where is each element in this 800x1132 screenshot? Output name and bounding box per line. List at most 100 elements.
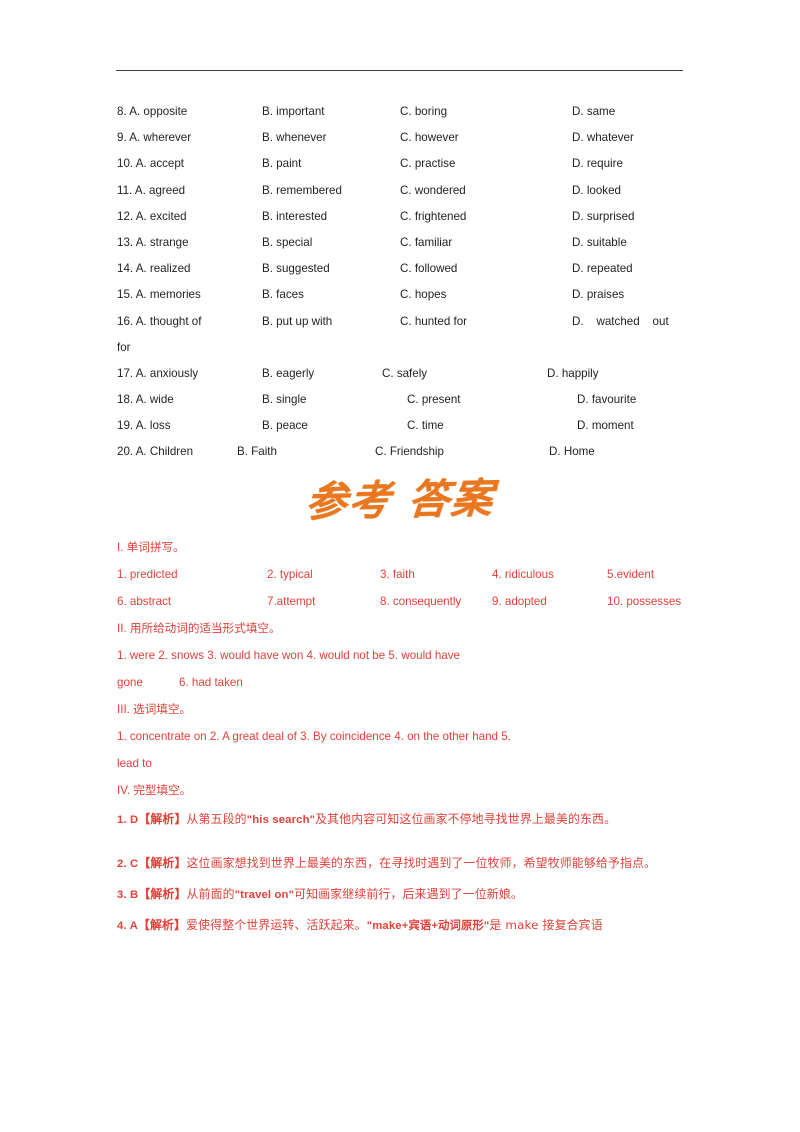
answer-1-6: 6. abstract <box>117 595 172 608</box>
explanation-4-text-1: 爱使得整个世界运转、活跃起来。 <box>186 918 367 932</box>
option-row-18: 18. A. wide B. single C. present D. favo… <box>117 387 687 413</box>
option-14-d: D. repeated <box>572 262 633 276</box>
answer-2-5-word-1: would <box>401 649 432 662</box>
section-1-heading: I. 单词拼写。 <box>117 541 185 554</box>
answer-1-8: 8. consequently <box>380 595 462 608</box>
option-18-c: C. present <box>407 393 461 407</box>
section-3-row-1: 1. concentrate on 2. A great deal of 3. … <box>117 723 685 750</box>
answer-2-6: 6. had taken <box>179 676 243 689</box>
answer-1-3: 3. faith <box>380 568 415 581</box>
option-15-b: B. faces <box>262 288 304 302</box>
option-11-d: D. looked <box>572 183 621 197</box>
option-row-16-continuation: for <box>117 335 687 361</box>
answer-1-9: 9. adopted <box>492 595 547 608</box>
explanation-1-quote: "his search" <box>246 814 316 826</box>
option-8-d: D. same <box>572 105 616 118</box>
option-13-b: B. special <box>262 235 313 249</box>
option-18-a: 18. A. wide <box>117 393 174 407</box>
option-10-b: B. paint <box>262 157 302 171</box>
option-13-a: 13. A. strange <box>117 235 189 249</box>
option-12-d: D. surprised <box>572 209 635 223</box>
explanation-4-bracket: 【解析】 <box>137 918 187 932</box>
answer-3-1: 1. concentrate on <box>117 730 207 743</box>
option-14-a: 14. A. realized <box>117 262 191 276</box>
option-12-c: C. frightened <box>400 209 467 223</box>
option-15-c: C. hopes <box>400 288 447 302</box>
option-9-a: 9. A. wherever <box>117 131 192 145</box>
option-19-a: 19. A. loss <box>117 419 171 433</box>
option-13-c: C. familiar <box>400 235 453 249</box>
option-row-16: 16. A. thought of B. put up with C. hunt… <box>117 309 687 335</box>
explanation-3-bracket: 【解析】 <box>138 887 187 901</box>
section-2-row-1: 1. were 2. snows 3. would have won 4. wo… <box>117 642 685 669</box>
answer-3-2: 2. A great deal of <box>209 730 297 743</box>
option-19-b: B. peace <box>262 419 308 433</box>
option-9-d: D. whatever <box>572 131 634 145</box>
option-18-b: B. single <box>262 393 307 407</box>
header-divider-rule <box>116 70 683 71</box>
answer-1-2: 2. typical <box>267 568 313 581</box>
option-17-d: D. happily <box>547 366 599 380</box>
option-row-11: 11. A. agreed B. remembered C. wondered … <box>117 178 687 204</box>
answer-2-3: 3. would have won <box>207 649 304 662</box>
answer-1-7: 7.attempt <box>267 595 316 608</box>
explanation-item-2: 2. C【解析】这位画家想找到世界上最美的东西，在寻找时遇到了一位牧师，希望牧师… <box>117 848 685 879</box>
explanation-4-label: 4. A <box>117 920 138 932</box>
option-12-b: B. interested <box>262 209 328 223</box>
answer-2-5-word-2: have <box>434 649 460 662</box>
explanation-1-label: 1. D <box>117 814 139 826</box>
option-10-a: 10. A. accept <box>117 157 185 171</box>
answer-2-5-num: 5. <box>388 649 399 662</box>
option-19-d: D. moment <box>577 419 634 433</box>
answer-2-2: 2. snows <box>158 649 205 662</box>
answer-3-5-wrap: lead to <box>117 757 152 770</box>
section-4-heading: IV. 完型填空。 <box>117 784 192 797</box>
answer-1-1: 1. predicted <box>117 568 178 581</box>
explanation-3-text-2: 可知画家继续前行，后来遇到了一位新娘。 <box>294 887 523 901</box>
answer-1-5: 5.evident <box>607 568 655 581</box>
option-16-c: C. hunted for <box>400 314 468 328</box>
option-row-20: 20. A. Children B. Faith C. Friendship D… <box>117 439 687 465</box>
explanation-3-label: 3. B <box>117 889 139 901</box>
option-15-a: 15. A. memories <box>117 288 201 302</box>
reference-answers-title: 参考 答案 <box>303 474 497 526</box>
option-row-10: 10. A. accept B. paint C. practise D. re… <box>117 151 687 177</box>
answer-2-5-wrap: gone <box>117 676 143 689</box>
option-15-d: D. praises <box>572 288 625 302</box>
cloze-options-block: 8. A. opposite B. important C. boring D.… <box>117 99 687 466</box>
explanation-3-text-1: 从前面的 <box>186 887 235 901</box>
option-8-b: B. important <box>262 105 325 118</box>
explanation-gap-1 <box>117 835 685 848</box>
answer-key-block: I. 单词拼写。 1. predicted 2. typical 3. fait… <box>117 534 685 941</box>
option-9-b: B. whenever <box>262 131 327 145</box>
option-8-a: 8. A. opposite <box>117 105 188 118</box>
option-16-d: D. watched out <box>572 314 669 328</box>
section-3-heading: III. 选词填空。 <box>117 703 192 716</box>
option-20-c: C. Friendship <box>375 445 444 459</box>
section-2-heading: II. 用所给动词的适当形式填空。 <box>117 622 281 635</box>
option-20-b: B. Faith <box>237 445 277 459</box>
answer-2-4: 4. would not be <box>306 649 386 662</box>
option-11-a: 11. A. agreed <box>117 183 186 197</box>
answer-1-10: 10. possesses <box>607 595 682 608</box>
section-1-row-2: 6. abstract 7.attempt 8. consequently 9.… <box>117 588 685 615</box>
answer-3-5: 5. <box>501 730 511 743</box>
section-1-row-1: 1. predicted 2. typical 3. faith 4. ridi… <box>117 561 685 588</box>
option-13-d: D. suitable <box>572 235 627 249</box>
explanation-1-text-1: 从第五段的 <box>186 812 247 826</box>
option-17-a: 17. A. anxiously <box>117 366 199 380</box>
option-row-9: 9. A. wherever B. whenever C. however D.… <box>117 125 687 151</box>
option-17-b: B. eagerly <box>262 366 315 380</box>
explanation-3-quote: "travel on" <box>234 889 295 901</box>
explanation-item-1: 1. D【解析】从第五段的"his search"及其他内容可知这位画家不停地寻… <box>117 804 685 835</box>
explanation-2-text-1: 这位画家想找到世界上最美的东西，在寻找时遇到了一位牧师，希望牧师能够给予指点。 <box>186 856 657 870</box>
explanation-item-3: 3. B【解析】从前面的"travel on"可知画家继续前行，后来遇到了一位新… <box>117 879 685 910</box>
option-row-13: 13. A. strange B. special C. familiar D.… <box>117 230 687 256</box>
option-12-a: 12. A. excited <box>117 209 187 223</box>
option-20-a: 20. A. Children <box>117 445 194 459</box>
option-19-c: C. time <box>407 419 444 433</box>
option-8-c: C. boring <box>400 105 448 118</box>
option-row-15: 15. A. memories B. faces C. hopes D. pra… <box>117 282 687 308</box>
option-16-a: 16. A. thought of <box>117 314 202 328</box>
option-row-12: 12. A. excited B. interested C. frighten… <box>117 204 687 230</box>
